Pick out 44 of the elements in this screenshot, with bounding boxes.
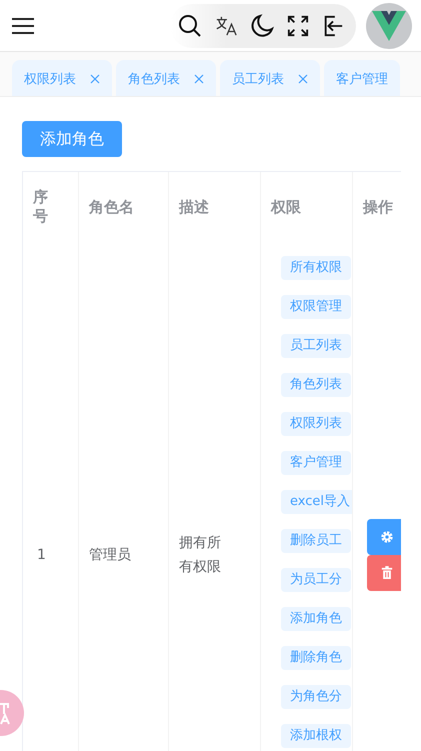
settings-button[interactable]	[367, 519, 401, 555]
tab[interactable]: 员工列表	[220, 60, 320, 96]
permission-tag: 添加根权	[281, 724, 351, 748]
delete-button[interactable]	[367, 555, 401, 591]
permission-tag: 员工列表	[281, 334, 351, 358]
table-cell: 拥有所有权限	[169, 242, 261, 751]
trash-icon	[381, 566, 393, 580]
avatar[interactable]	[366, 2, 412, 48]
close-icon[interactable]	[194, 74, 204, 84]
tab[interactable]: 角色列表	[116, 60, 216, 96]
translate-icon[interactable]	[215, 14, 237, 36]
settings-icon	[380, 530, 394, 544]
permission-tag: 删除角色	[281, 646, 351, 670]
column-header: 描述	[169, 172, 261, 242]
column-header: 权限	[261, 172, 353, 242]
permission-tag: 添加角色	[281, 607, 351, 631]
add-role-button[interactable]: 添加角色	[22, 121, 122, 157]
tab-label: 客户管理	[336, 70, 388, 88]
column-header: 序号	[23, 172, 79, 242]
moon-icon[interactable]	[250, 14, 274, 38]
permission-tag: 所有权限	[281, 256, 351, 280]
search-icon[interactable]	[178, 14, 202, 38]
tab[interactable]: 权限列表	[12, 60, 112, 96]
column-header: 角色名	[79, 172, 169, 242]
tab-label: 权限列表	[24, 70, 76, 88]
close-icon[interactable]	[298, 74, 308, 84]
permission-tag: 角色列表	[281, 373, 351, 397]
table-cell: 1	[23, 242, 79, 751]
permission-tag: excel导入	[281, 490, 352, 514]
column-header: 操作	[353, 172, 401, 242]
permission-tag: 权限管理	[281, 295, 351, 319]
permission-tag: 客户管理	[281, 451, 351, 475]
table-cell: 管理员	[79, 242, 169, 751]
tab[interactable]: 客户管理	[324, 60, 400, 96]
close-icon[interactable]	[90, 74, 100, 84]
permission-tag: 权限列表	[281, 412, 351, 436]
fullscreen-icon[interactable]	[287, 14, 309, 36]
tab-label: 员工列表	[232, 70, 284, 88]
menu-icon[interactable]	[12, 16, 34, 34]
logout-icon[interactable]	[322, 14, 344, 38]
permission-tag: 删除员工	[281, 529, 351, 553]
tab-label: 角色列表	[128, 70, 180, 88]
permission-tag: 为角色分	[281, 685, 351, 709]
permission-tag: 为员工分	[281, 568, 351, 592]
